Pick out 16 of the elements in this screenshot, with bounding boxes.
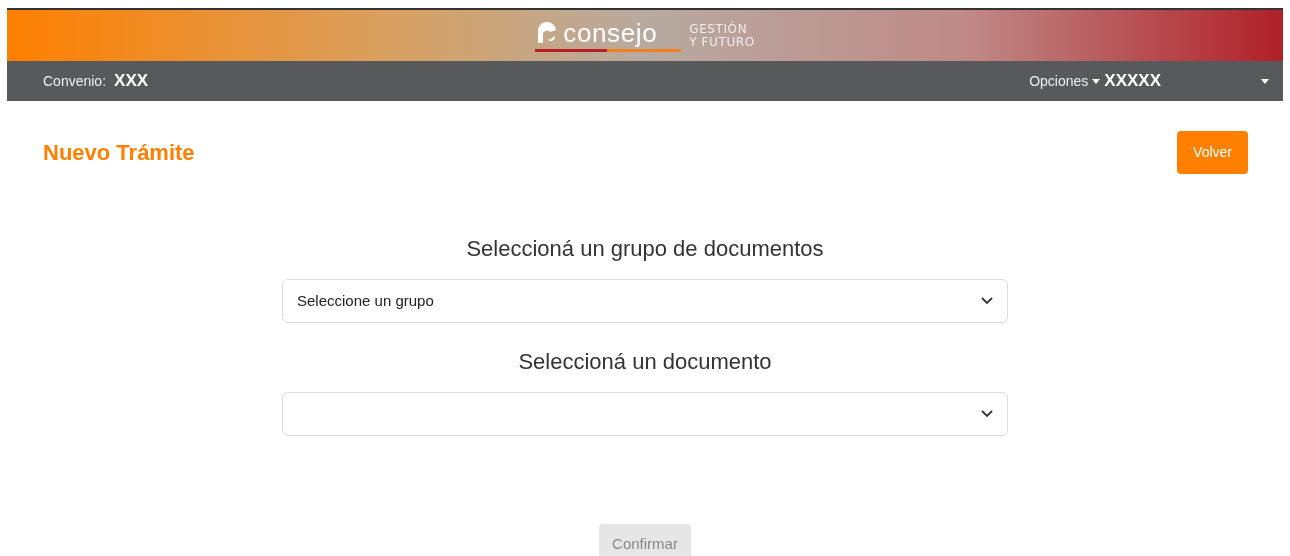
- user-name: XXXXX: [1104, 70, 1161, 93]
- logo-tagline: GESTIÓN: [689, 22, 749, 36]
- select-field[interactable]: [282, 392, 1008, 436]
- caret-icon[interactable]: [1261, 78, 1269, 84]
- page-title: Nuevo Trámite: [43, 139, 195, 167]
- logo-tagline: Y FUTURO: [689, 35, 755, 49]
- convenio-label: Convenio:: [43, 71, 107, 91]
- chevron-down-icon: [981, 297, 993, 305]
- logo-text: consejo: [563, 19, 658, 46]
- options-menu[interactable]: Opciones: [1029, 70, 1101, 92]
- field-label: Seleccioná un grupo de documentos: [466, 235, 824, 263]
- convenio-value: XXX: [114, 70, 149, 93]
- field-label: Seleccioná un documento: [518, 348, 772, 376]
- chevron-down-icon: [981, 410, 993, 418]
- caret-icon: [1092, 78, 1101, 84]
- select-field[interactable]: Seleccione un grupo: [282, 279, 1008, 323]
